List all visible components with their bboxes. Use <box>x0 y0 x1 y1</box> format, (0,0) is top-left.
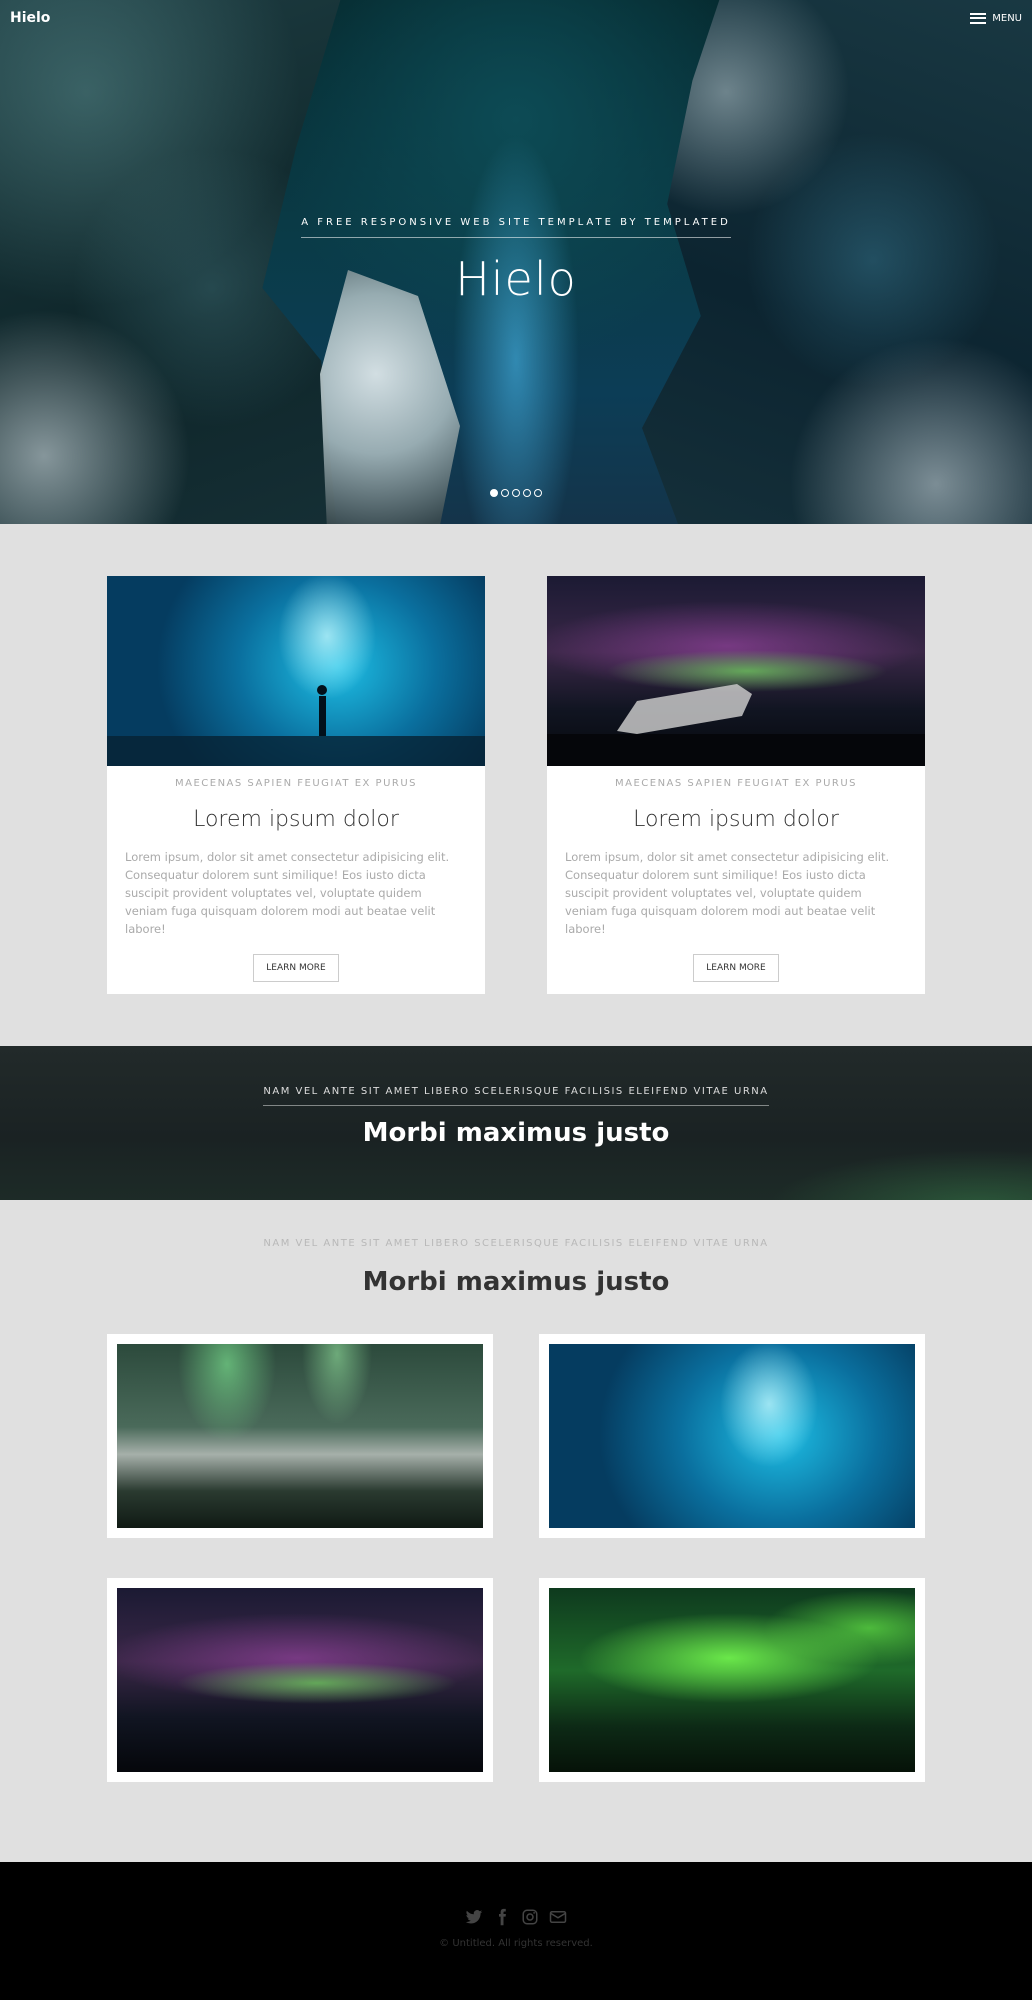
menu-label: MENU <box>992 12 1022 24</box>
card: maecenas sapien feugiat ex purus Lorem i… <box>107 576 485 994</box>
facebook-icon[interactable] <box>493 1908 511 1926</box>
hero-title: Hielo <box>455 252 577 306</box>
envelope-icon[interactable] <box>549 1908 567 1926</box>
hero-text: A free responsive web site template by T… <box>0 210 1032 306</box>
card-image-ice-cave <box>107 576 485 766</box>
slider-dot-4[interactable] <box>523 489 531 497</box>
social-links <box>0 1908 1032 1926</box>
hero-banner: A free responsive web site template by T… <box>0 0 1032 524</box>
site-logo[interactable]: Hielo <box>10 10 50 26</box>
plane-wreck-silhouette <box>547 684 925 766</box>
slider-dot-3[interactable] <box>512 489 520 497</box>
card-title: Lorem ipsum dolor <box>633 807 839 832</box>
site-header: Hielo MENU <box>0 0 1032 36</box>
gallery-thumb-green-aurora[interactable] <box>539 1578 925 1782</box>
slider-dot-2[interactable] <box>501 489 509 497</box>
cards-section: maecenas sapien feugiat ex purus Lorem i… <box>107 576 925 994</box>
gallery-subtitle: nam vel ante sit amet libero scelerisque… <box>263 1238 769 1249</box>
gallery-image <box>549 1588 915 1772</box>
menu-button[interactable]: MENU <box>970 12 1022 24</box>
gallery-thumb-aurora-landscape[interactable] <box>107 1334 493 1538</box>
gallery-thumb-ice-cave[interactable] <box>539 1334 925 1538</box>
slider-dots <box>0 489 1032 497</box>
card-image-aurora-plane <box>547 576 925 766</box>
gallery-image <box>117 1588 483 1772</box>
slider-dot-5[interactable] <box>534 489 542 497</box>
hero-rock-middle <box>320 270 460 524</box>
gallery-image <box>117 1344 483 1528</box>
starfield-banner: nam vel ante sit amet libero scelerisque… <box>0 1046 1032 1200</box>
person-silhouette <box>107 685 485 766</box>
card: maecenas sapien feugiat ex purus Lorem i… <box>547 576 925 994</box>
slider-dot-1[interactable] <box>490 489 498 497</box>
card-body: Lorem ipsum, dolor sit amet consectetur … <box>125 850 450 936</box>
card-category: maecenas sapien feugiat ex purus <box>174 778 418 789</box>
copyright-text: © Untitled. All rights reserved. <box>439 1938 593 1949</box>
site-footer: © Untitled. All rights reserved. <box>0 1862 1032 2000</box>
hero-subtitle: A free responsive web site template by T… <box>301 217 731 238</box>
card-category: maecenas sapien feugiat ex purus <box>614 778 858 789</box>
instagram-icon[interactable] <box>521 1908 539 1926</box>
gallery-image <box>549 1344 915 1528</box>
banner-subtitle: nam vel ante sit amet libero scelerisque… <box>263 1086 769 1106</box>
twitter-icon[interactable] <box>465 1908 483 1926</box>
gallery-title: Morbi maximus justo <box>362 1267 670 1297</box>
banner-title: Morbi maximus justo <box>362 1118 670 1148</box>
card-body: Lorem ipsum, dolor sit amet consectetur … <box>565 850 890 936</box>
learn-more-button[interactable]: Learn More <box>693 954 779 982</box>
hamburger-icon <box>970 12 987 24</box>
learn-more-button[interactable]: Learn More <box>253 954 339 982</box>
image-gallery <box>107 1334 925 1782</box>
gallery-header: nam vel ante sit amet libero scelerisque… <box>0 1238 1032 1297</box>
card-title: Lorem ipsum dolor <box>193 807 399 832</box>
gallery-thumb-aurora-plane[interactable] <box>107 1578 493 1782</box>
